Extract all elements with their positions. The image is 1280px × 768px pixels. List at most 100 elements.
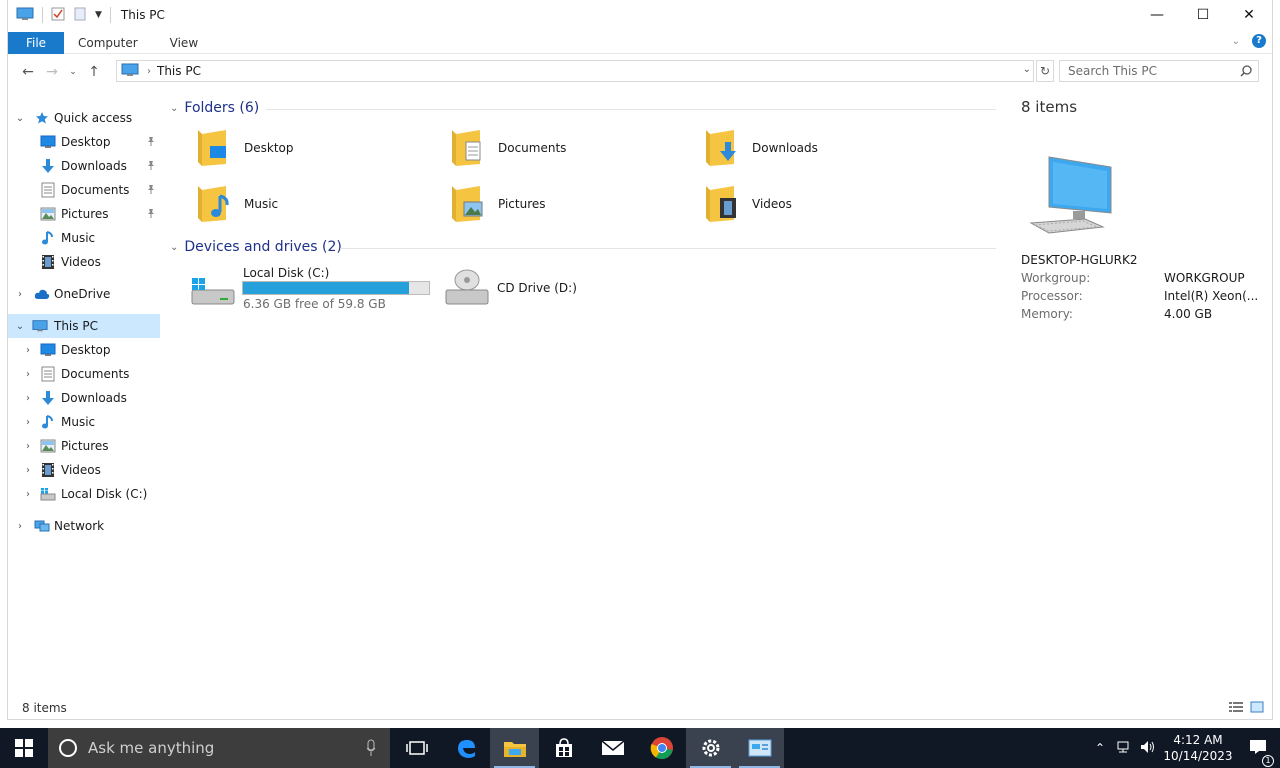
clock-time: 4:12 AM	[1173, 733, 1223, 747]
collapse-chevron-icon[interactable]: ⌄	[170, 103, 178, 114]
store-button[interactable]	[539, 728, 588, 768]
devices-group-header[interactable]: ⌄ Devices and drives (2)	[170, 239, 342, 255]
expand-ribbon-chevron-icon[interactable]: ⌄	[1232, 36, 1240, 47]
nav-item-music[interactable]: › Music	[8, 410, 160, 434]
nav-item-desktop[interactable]: › Desktop	[8, 338, 160, 362]
edge-browser-button[interactable]	[441, 728, 490, 768]
search-input[interactable]: Search This PC	[1059, 60, 1259, 82]
folder-tile-videos[interactable]: Videos	[704, 180, 944, 228]
expand-chevron-icon[interactable]: ›	[22, 345, 34, 356]
chrome-button[interactable]	[637, 728, 686, 768]
volume-icon[interactable]	[1136, 740, 1160, 757]
drive-c-tile[interactable]: Local Disk (C:) 6.36 GB free of 59.8 GB	[190, 264, 440, 316]
nav-item-downloads[interactable]: › Downloads	[8, 386, 160, 410]
search-icon[interactable]	[1240, 65, 1252, 80]
up-arrow-icon[interactable]: ↑	[82, 64, 106, 80]
nav-item-pictures[interactable]: › Pictures	[8, 434, 160, 458]
collapse-chevron-icon[interactable]: ⌄	[14, 321, 26, 332]
new-folder-icon[interactable]	[73, 7, 87, 24]
nav-label: OneDrive	[54, 287, 111, 301]
expand-chevron-icon[interactable]: ›	[22, 417, 34, 428]
breadcrumb-chevron-icon[interactable]: ›	[147, 66, 151, 77]
start-button[interactable]	[0, 728, 48, 768]
drive-c-usage-fill	[243, 282, 410, 294]
nav-onedrive[interactable]: › OneDrive	[8, 282, 160, 306]
folder-tile-music[interactable]: Music	[196, 180, 436, 228]
pin-icon	[146, 136, 156, 149]
breadcrumb-this-pc[interactable]: This PC	[157, 64, 201, 78]
collapse-chevron-icon[interactable]: ⌄	[170, 242, 178, 253]
downloads-icon	[40, 158, 56, 174]
documents-icon	[40, 366, 56, 382]
drive-d-tile[interactable]: CD Drive (D:)	[444, 264, 644, 316]
microphone-icon[interactable]	[366, 739, 376, 761]
details-view-icon[interactable]	[1228, 701, 1244, 716]
folder-tile-desktop[interactable]: Desktop	[196, 124, 436, 172]
expand-chevron-icon[interactable]: ›	[14, 521, 26, 532]
minimize-button[interactable]: —	[1134, 0, 1180, 30]
property-row: Workgroup: WORKGROUP	[1021, 271, 1261, 289]
maximize-button[interactable]: ☐	[1180, 0, 1226, 30]
expand-chevron-icon[interactable]: ›	[22, 441, 34, 452]
customize-qat-chevron-down-icon[interactable]: ▼	[95, 10, 102, 20]
nav-network[interactable]: › Network	[8, 514, 160, 538]
properties-icon[interactable]	[51, 7, 65, 24]
folder-tile-documents[interactable]: Documents	[450, 124, 690, 172]
nav-item-local-disk-c[interactable]: › Local Disk (C:)	[8, 482, 160, 506]
file-explorer-button[interactable]	[490, 728, 539, 768]
expand-chevron-icon[interactable]: ›	[22, 393, 34, 404]
folders-group-header[interactable]: ⌄ Folders (6)	[170, 100, 259, 116]
nav-label: Music	[61, 231, 96, 245]
nav-quick-access[interactable]: ⌄ Quick access	[8, 106, 160, 130]
nav-label: Videos	[61, 255, 101, 269]
folder-tile-pictures[interactable]: Pictures	[450, 180, 690, 228]
expand-chevron-icon[interactable]: ›	[22, 465, 34, 476]
expand-chevron-icon[interactable]: ›	[22, 489, 34, 500]
clock[interactable]: 4:12 AM 10/14/2023	[1160, 732, 1236, 764]
nav-item-desktop[interactable]: Desktop	[8, 130, 160, 154]
tab-computer[interactable]: Computer	[64, 32, 152, 54]
help-icon[interactable]: ?	[1252, 34, 1266, 48]
property-value: Intel(R) Xeon(...	[1164, 289, 1259, 303]
nav-item-music[interactable]: Music	[8, 226, 160, 250]
nav-item-videos[interactable]: › Videos	[8, 458, 160, 482]
desktop-folder-icon	[196, 126, 236, 171]
tab-file[interactable]: File	[8, 31, 64, 54]
expand-chevron-icon[interactable]: ›	[22, 369, 34, 380]
pictures-icon	[40, 206, 56, 222]
control-panel-button[interactable]	[735, 728, 784, 768]
nav-label: Pictures	[61, 439, 109, 453]
large-icons-view-icon[interactable]	[1250, 701, 1264, 716]
folder-tile-downloads[interactable]: Downloads	[704, 124, 944, 172]
collapse-chevron-icon[interactable]: ⌄	[14, 113, 26, 124]
nav-this-pc[interactable]: ⌄ This PC	[8, 314, 160, 338]
close-button[interactable]: ✕	[1226, 0, 1272, 30]
forward-arrow-icon[interactable]: →	[40, 64, 64, 80]
file-explorer-window: ▼ This PC — ☐ ✕ File Computer View ⌄ ? ←…	[7, 0, 1273, 720]
nav-item-documents[interactable]: › Documents	[8, 362, 160, 386]
quick-access-star-icon	[34, 110, 50, 126]
store-icon	[555, 738, 572, 757]
network-icon	[34, 518, 50, 534]
task-view-button[interactable]	[392, 728, 441, 768]
show-hidden-icons-chevron-up-icon[interactable]: ⌃	[1088, 741, 1112, 755]
window-controls: — ☐ ✕	[1134, 0, 1272, 30]
nav-item-downloads[interactable]: Downloads	[8, 154, 160, 178]
mail-button[interactable]	[588, 728, 637, 768]
taskbar-search-box[interactable]: Ask me anything	[48, 728, 390, 768]
action-center-icon[interactable]: 1	[1236, 739, 1280, 767]
tab-view[interactable]: View	[152, 32, 212, 54]
nav-item-pictures[interactable]: Pictures	[8, 202, 160, 226]
qat-separator	[42, 7, 43, 23]
refresh-button[interactable]: ↻	[1036, 60, 1054, 82]
settings-button[interactable]	[686, 728, 735, 768]
recent-locations-chevron-icon[interactable]: ⌄	[64, 67, 82, 77]
network-status-icon[interactable]	[1112, 740, 1136, 757]
nav-item-documents[interactable]: Documents	[8, 178, 160, 202]
pin-icon	[146, 184, 156, 197]
address-bar[interactable]: › This PC ⌄	[116, 60, 1034, 82]
back-arrow-icon[interactable]: ←	[16, 64, 40, 80]
nav-item-videos[interactable]: Videos	[8, 250, 160, 274]
address-dropdown-chevron-icon[interactable]: ⌄	[1023, 64, 1031, 75]
expand-chevron-icon[interactable]: ›	[14, 289, 26, 300]
